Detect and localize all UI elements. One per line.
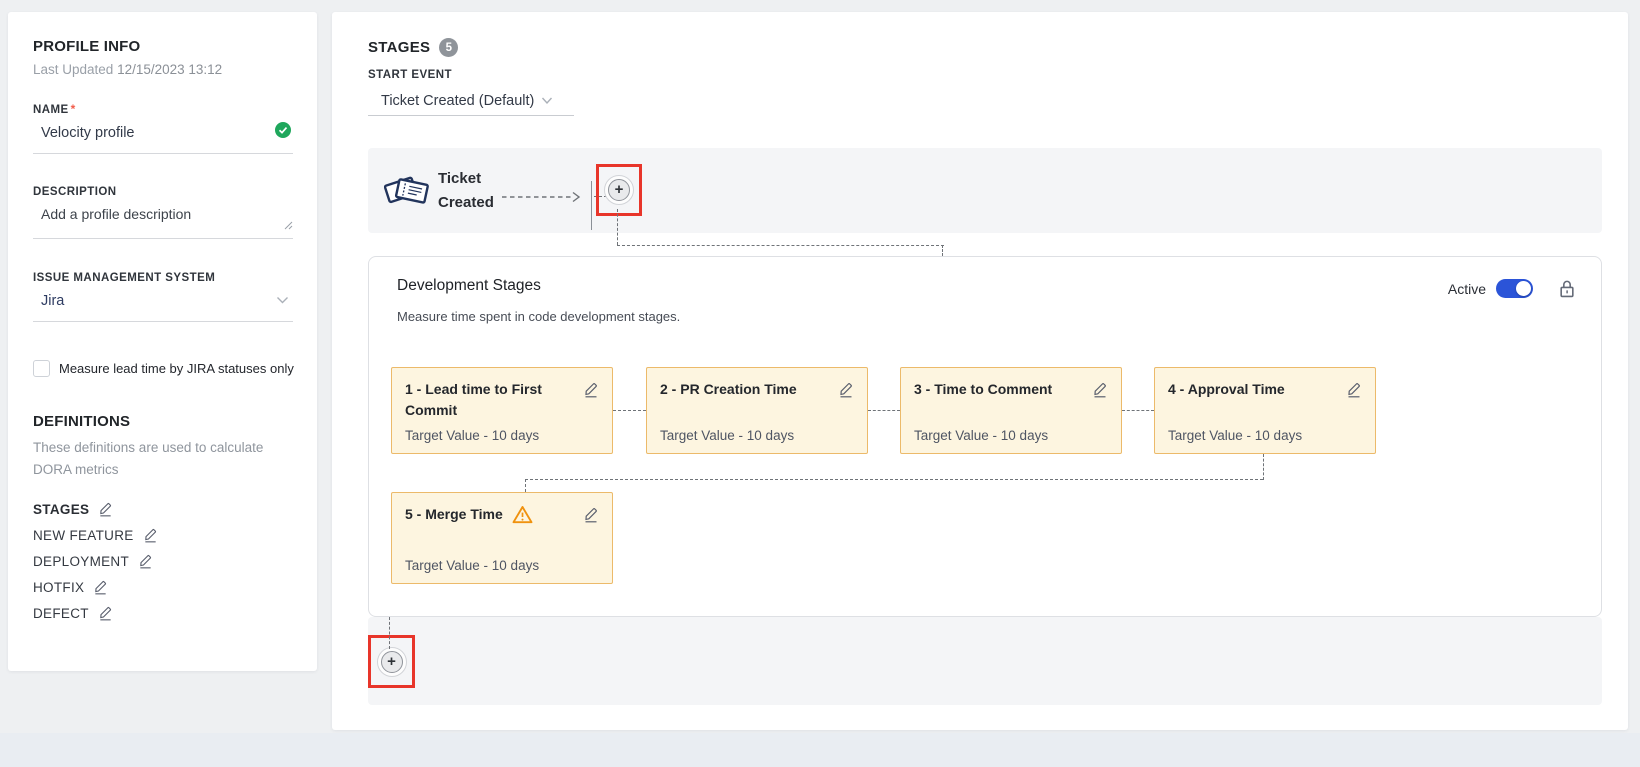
connector-line	[613, 410, 646, 411]
active-label: Active	[1448, 281, 1486, 297]
stage-target-value: Target Value - 10 days	[660, 428, 854, 443]
stage-target-value: Target Value - 10 days	[405, 428, 599, 443]
stages-title: STAGES	[368, 39, 430, 56]
page-footer-strip	[0, 733, 1640, 767]
edit-defect-button[interactable]	[98, 605, 113, 621]
edit-stage-2-button[interactable]	[838, 381, 854, 398]
issue-management-value: Jira	[41, 293, 64, 309]
add-stage-button-top[interactable]: +	[604, 175, 634, 205]
stages-panel: STAGES 5 START EVENT Ticket Created (Def…	[332, 12, 1628, 730]
edit-stage-3-button[interactable]	[1092, 381, 1108, 398]
definition-item-hotfix: HOTFIX	[33, 574, 293, 600]
profile-info-title: PROFILE INFO	[33, 38, 293, 55]
last-updated-label: Last Updated	[33, 62, 113, 77]
lead-time-checkbox-label: Measure lead time by JIRA statuses only	[59, 361, 294, 376]
development-stages-card: Development Stages Measure time spent in…	[368, 256, 1602, 617]
name-label: NAME*	[33, 102, 293, 116]
stage-card-5[interactable]: 5 - Merge Time Target Value - 10 days	[391, 492, 613, 584]
definition-item-new-feature: NEW FEATURE	[33, 522, 293, 548]
connector-line	[617, 245, 944, 246]
start-event-label: START EVENT	[368, 69, 452, 81]
plus-icon: +	[381, 651, 403, 673]
edit-stages-button[interactable]	[98, 501, 113, 517]
ticket-icon	[384, 167, 430, 218]
stage-card-1[interactable]: 1 - Lead time to First Commit Target Val…	[391, 367, 613, 454]
start-event-value: Ticket Created (Default)	[381, 93, 534, 109]
lead-time-checkbox[interactable]	[33, 360, 50, 377]
edit-new-feature-button[interactable]	[143, 527, 158, 543]
stage-card-4[interactable]: 4 - Approval Time Target Value - 10 days	[1154, 367, 1376, 454]
valid-check-icon	[275, 122, 291, 143]
stage-title: 5 - Merge Time	[405, 504, 503, 525]
stage-title: 4 - Approval Time	[1168, 379, 1285, 400]
definitions-title: DEFINITIONS	[33, 413, 293, 430]
stage-target-value: Target Value - 10 days	[1168, 428, 1362, 443]
connector-line	[525, 479, 1263, 480]
name-field-row	[33, 120, 293, 154]
lock-icon[interactable]	[1559, 280, 1575, 298]
description-label: DESCRIPTION	[33, 186, 293, 198]
connector-line	[525, 479, 526, 492]
development-stages-subtitle: Measure time spent in code development s…	[397, 309, 680, 324]
edit-stage-5-button[interactable]	[583, 506, 599, 523]
required-asterisk: *	[71, 102, 76, 116]
plus-icon: +	[608, 179, 630, 201]
edit-stage-1-button[interactable]	[583, 381, 599, 398]
warning-icon	[512, 505, 533, 529]
stage-card-3[interactable]: 3 - Time to Comment Target Value - 10 da…	[900, 367, 1122, 454]
description-input[interactable]	[41, 206, 291, 228]
connector-line	[942, 245, 943, 256]
lead-time-checkbox-row: Measure lead time by JIRA statuses only	[33, 360, 293, 377]
start-event-select[interactable]: Ticket Created (Default)	[368, 86, 574, 116]
description-field-row	[33, 204, 293, 239]
stage-title: 1 - Lead time to First Commit	[405, 379, 563, 421]
node-divider-line	[591, 181, 592, 230]
definition-item-defect: DEFECT	[33, 600, 293, 626]
development-stages-title: Development Stages	[397, 277, 541, 295]
active-toggle[interactable]	[1496, 279, 1533, 298]
chevron-down-icon	[534, 92, 553, 110]
highlight-box-add-stage-top: +	[596, 164, 642, 216]
stage-title: 3 - Time to Comment	[914, 379, 1052, 400]
issue-management-label: ISSUE MANAGEMENT SYSTEM	[33, 272, 293, 284]
definition-item-deployment: DEPLOYMENT	[33, 548, 293, 574]
definition-item-stages: STAGES	[33, 496, 293, 522]
add-stage-band: +	[368, 617, 1602, 705]
name-input[interactable]	[41, 125, 275, 141]
highlight-box-add-stage-bottom: +	[368, 635, 415, 688]
last-updated: Last Updated 12/15/2023 13:12	[33, 62, 293, 77]
connector-line	[1263, 454, 1264, 480]
stages-header: STAGES 5	[368, 38, 458, 57]
development-stages-controls: Active	[1448, 279, 1575, 298]
connector-line	[389, 617, 390, 649]
start-event-band: Ticket Created +	[368, 148, 1602, 233]
add-stage-button-bottom[interactable]: +	[377, 647, 407, 677]
last-updated-value: 12/15/2023 13:12	[117, 62, 222, 77]
connector-line	[868, 410, 900, 411]
definitions-description: These definitions are used to calculate …	[33, 437, 285, 480]
edit-hotfix-button[interactable]	[93, 579, 108, 595]
toggle-knob	[1516, 281, 1531, 296]
resize-handle-icon[interactable]	[284, 217, 293, 235]
stage-card-2[interactable]: 2 - PR Creation Time Target Value - 10 d…	[646, 367, 868, 454]
issue-management-select[interactable]: Jira	[33, 290, 293, 322]
chevron-down-icon	[276, 292, 289, 310]
connector-line	[1122, 410, 1154, 411]
profile-info-panel: PROFILE INFO Last Updated 12/15/2023 13:…	[8, 12, 317, 671]
stage-target-value: Target Value - 10 days	[405, 558, 599, 573]
definitions-list: STAGES NEW FEATURE DEPLOYMENT HOTFIX DEF…	[33, 496, 293, 626]
connector-line	[617, 209, 618, 245]
stages-count-badge: 5	[439, 38, 458, 57]
stage-title: 2 - PR Creation Time	[660, 379, 797, 400]
edit-deployment-button[interactable]	[138, 553, 153, 569]
edit-stage-4-button[interactable]	[1346, 381, 1362, 398]
dashed-arrow-icon	[502, 190, 584, 209]
stage-target-value: Target Value - 10 days	[914, 428, 1108, 443]
